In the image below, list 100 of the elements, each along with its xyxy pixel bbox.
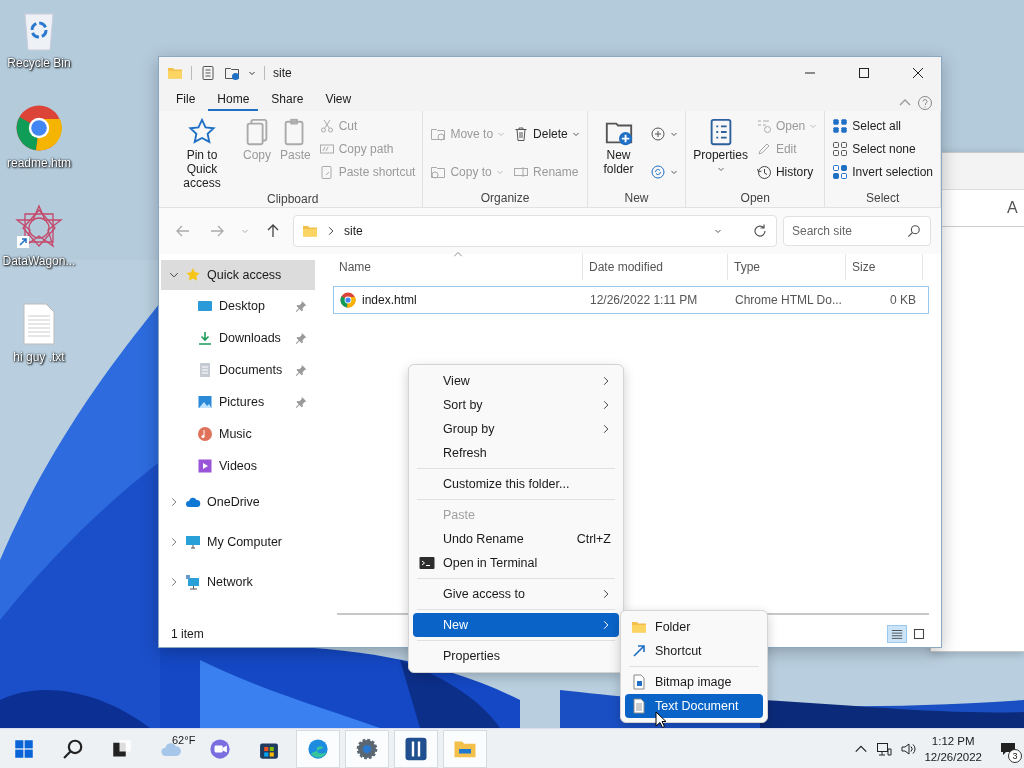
menu-item[interactable]: Properties <box>413 644 619 668</box>
ribbon-button[interactable]: Select all <box>829 115 936 137</box>
caret-icon <box>248 69 256 77</box>
ribbon-button[interactable]: New folder <box>591 115 646 191</box>
pictures-icon <box>197 394 213 410</box>
ribbon-button[interactable]: History <box>752 161 821 183</box>
settings-icon <box>356 738 378 760</box>
notification-count: 3 <box>1008 749 1022 763</box>
ribbon-button[interactable]: Properties <box>690 115 751 191</box>
nav-item[interactable]: Music <box>161 418 315 450</box>
menu-item[interactable]: Give access to <box>413 582 619 606</box>
network-icon <box>185 574 201 590</box>
music-icon <box>197 426 213 442</box>
refresh-circle-icon <box>650 164 667 181</box>
clock[interactable]: 1:12 PM 12/26/2022 <box>924 733 982 765</box>
shortcut-arrow-icon <box>631 643 647 659</box>
column-header[interactable]: Name <box>333 254 583 280</box>
menu-item[interactable]: Group by <box>413 417 619 441</box>
details-view-icon <box>890 627 904 641</box>
nav-item[interactable]: My Computer <box>161 522 315 562</box>
search-field[interactable]: Search site <box>783 216 931 246</box>
ribbon-group-label: Organize <box>479 191 531 205</box>
star-icon <box>185 267 201 283</box>
chevron-right-icon <box>169 497 179 507</box>
terminal-icon <box>419 555 435 571</box>
maximize-icon <box>858 67 870 79</box>
nav-item[interactable]: Quick access <box>161 260 315 290</box>
star-pattern-icon <box>15 204 63 250</box>
close-icon <box>912 67 924 79</box>
ribbon-button[interactable]: Invert selection <box>829 161 936 183</box>
menu-item[interactable]: Undo Rename Ctrl+Z <box>413 527 619 551</box>
nav-item[interactable]: Network <box>161 562 315 602</box>
pencil-icon <box>755 141 772 157</box>
arrow-up-icon <box>265 223 281 239</box>
menu-item[interactable]: Shortcut <box>625 639 763 663</box>
nav-item[interactable]: Desktop <box>161 290 315 322</box>
new-folder-icon <box>224 65 240 81</box>
column-header[interactable]: Date modified <box>583 254 728 280</box>
menu-item[interactable]: Refresh <box>413 441 619 465</box>
network-icon <box>876 741 893 757</box>
ribbon-tab[interactable]: File <box>167 92 205 111</box>
arrow-left-icon <box>175 223 191 239</box>
download-icon <box>197 330 213 346</box>
help-icon <box>917 95 933 111</box>
ribbon-button[interactable]: Delete <box>510 122 583 145</box>
ribbon-button[interactable]: Pin to Quick access <box>167 115 237 193</box>
window-title: site <box>273 66 293 80</box>
nav-item[interactable]: Videos <box>161 450 315 482</box>
text-file-icon <box>631 698 647 714</box>
star-icon <box>187 117 217 147</box>
ribbon-group-label: New <box>623 191 650 205</box>
pin-icon <box>295 364 307 376</box>
folder-icon <box>631 619 647 635</box>
select-none-icon <box>832 141 849 157</box>
text-file-icon <box>22 302 56 346</box>
ribbon-group-label: Open <box>739 191 771 205</box>
nav-item[interactable]: OneDrive <box>161 482 315 522</box>
menu-item[interactable]: New <box>413 613 619 637</box>
arrow-right-icon <box>209 223 225 239</box>
menu-item[interactable]: View <box>413 369 619 393</box>
table-cell-text: 12/26/2022 1:11 PM <box>589 293 699 307</box>
chevron-right-icon <box>169 577 179 587</box>
menu-item[interactable]: Open in Terminal <box>413 551 619 575</box>
ribbon-button[interactable]: Select none <box>829 138 936 160</box>
volume-icon <box>900 741 917 757</box>
ribbon-tab[interactable]: Share <box>262 92 313 111</box>
menu-item[interactable]: Sort by <box>413 393 619 417</box>
chat-icon <box>209 738 231 760</box>
taskbar-button[interactable] <box>394 730 438 768</box>
menu-item[interactable]: Folder <box>625 615 763 639</box>
folder-copy-icon <box>430 164 447 181</box>
task-view-icon <box>112 739 132 759</box>
menu-item[interactable]: Customize this folder... <box>413 472 619 496</box>
edge-icon <box>307 738 329 760</box>
nav-item[interactable]: Pictures <box>161 386 315 418</box>
column-header[interactable]: Size <box>846 254 923 280</box>
open-icon <box>755 118 772 134</box>
address-bar[interactable]: site <box>293 215 777 247</box>
monitor-icon <box>185 534 201 550</box>
file-row[interactable]: index.html 12/26/2022 1:11 PM Chrome HTML Do... 0 KB <box>333 286 929 314</box>
status-text: 1 item <box>171 627 204 641</box>
app-icon <box>404 737 428 761</box>
taskbar-button[interactable]: 62°F <box>149 730 193 768</box>
chrome-icon <box>15 104 63 152</box>
select-all-icon <box>832 118 849 134</box>
column-header[interactable]: Type <box>728 254 846 280</box>
chevron-right-icon <box>169 537 179 547</box>
refresh-icon <box>752 223 768 239</box>
ribbon-group-label: Clipboard <box>266 192 320 207</box>
plus-circle-icon <box>650 125 667 142</box>
nav-item[interactable]: Documents <box>161 354 315 386</box>
view-button[interactable] <box>887 625 907 643</box>
clipboard-icon <box>318 164 335 180</box>
menu-item[interactable]: Text Document <box>625 694 763 718</box>
toolbar-text: A <box>1007 199 1018 217</box>
menu-item[interactable]: Bitmap image <box>625 670 763 694</box>
large-icons-view-icon <box>913 628 925 640</box>
nav-item[interactable]: Downloads <box>161 322 315 354</box>
table-cell: index.html <box>334 292 584 308</box>
ribbon-tab[interactable]: View <box>316 92 361 111</box>
